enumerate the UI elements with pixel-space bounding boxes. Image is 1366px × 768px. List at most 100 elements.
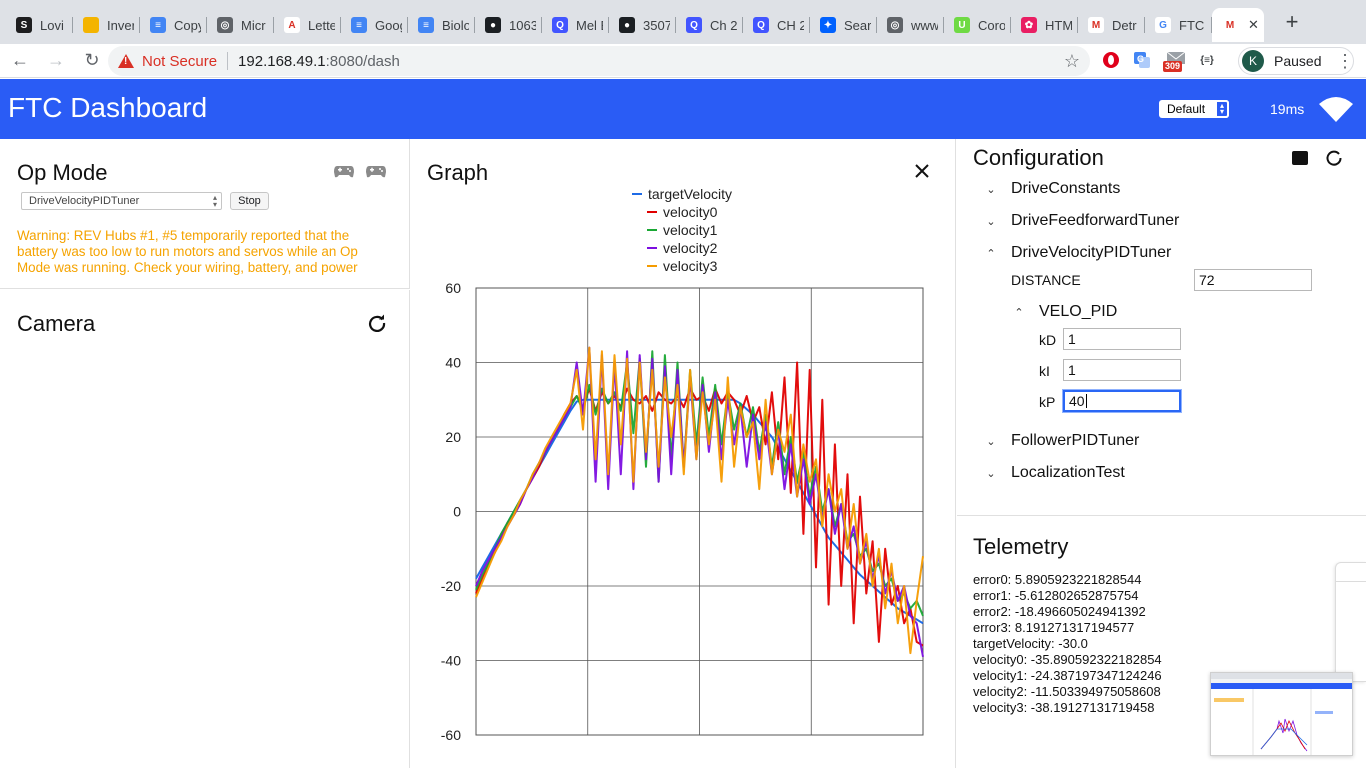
browser-tab[interactable]: ≡ Copy	[140, 8, 207, 42]
browser-tab[interactable]: M Detr	[1078, 8, 1145, 42]
new-tab-button[interactable]: +	[1278, 8, 1306, 36]
chevron-up-icon: ⌃	[986, 247, 996, 260]
gamepad1-icon	[334, 166, 354, 178]
browser-tab-title: Sear	[844, 17, 871, 33]
browser-tab[interactable]: ● 1063	[475, 8, 542, 42]
mail-extension-icon[interactable]: 309	[1163, 50, 1189, 72]
y-tick-label: 40	[445, 355, 461, 371]
stop-button[interactable]: Stop	[230, 192, 269, 210]
browser-tab-title: CH 2	[777, 17, 804, 33]
opmode-select-value: DriveVelocityPIDTuner	[29, 195, 140, 207]
browser-tab-strip: S Lovi Inver ≡ Copy ◎ Micr A Lette ≡ Goog ≡ Biolo ● 10…	[0, 0, 1366, 44]
wifi-icon	[1319, 97, 1353, 122]
json-extension-icon[interactable]: {≡}	[1197, 50, 1217, 70]
bookmark-star-icon[interactable]: ☆	[1064, 51, 1080, 72]
quizlet-icon: Q	[552, 17, 568, 33]
config-group-label: LocalizationTest	[1011, 464, 1125, 481]
opmode-select[interactable]: DriveVelocityPIDTuner ▴ ▾	[21, 192, 222, 210]
browser-tab-title: Goog	[375, 17, 402, 33]
browser-tab-title: FTC	[1179, 17, 1205, 33]
browser-tab-title: 3507	[643, 17, 670, 33]
browser-tab[interactable]: ✿ HTM	[1011, 8, 1078, 42]
legend-label: velocity3	[663, 258, 718, 274]
url-separator	[227, 52, 229, 70]
configuration-panel: Configuration ⌄ DriveConstants ⌄ DriveFe…	[957, 139, 1366, 516]
side-drawer-tab[interactable]	[1335, 562, 1366, 682]
telemetry-line: targetVelocity: -30.0	[973, 636, 1088, 651]
back-button[interactable]: ←	[4, 45, 36, 77]
browser-tab[interactable]: Inver	[73, 8, 140, 42]
save-icon[interactable]	[1292, 151, 1308, 165]
opera-extension-icon[interactable]	[1101, 50, 1121, 70]
browser-tab[interactable]: ● 3507	[609, 8, 676, 42]
screenshot-thumbnail[interactable]	[1210, 672, 1353, 756]
layout-preset-value: Default	[1167, 102, 1206, 116]
quizlet-icon: Q	[753, 17, 769, 33]
browser-tab[interactable]: Q Ch 2	[676, 8, 743, 42]
camera-panel: Camera	[0, 290, 410, 768]
telemetry-line: error2: -18.496605024941392	[973, 604, 1146, 619]
kd-label: kD	[1039, 332, 1057, 348]
reload-button[interactable]: ↻	[76, 45, 108, 77]
close-tab-icon[interactable]: ✕	[1248, 17, 1259, 33]
browser-toolbar: ← → ↻ Not Secure 192.168.49.1:8080/dash …	[0, 44, 1366, 78]
reload-icon[interactable]	[1325, 149, 1343, 167]
browser-tab[interactable]: A Lette	[274, 8, 341, 42]
config-group-followerpid[interactable]: ⌄ FollowerPIDTuner	[983, 432, 1139, 450]
browser-tab[interactable]: S Lovi	[6, 8, 73, 42]
browser-tab[interactable]: ◎ www.	[877, 8, 944, 42]
kd-input[interactable]: 1	[1063, 328, 1181, 350]
config-group-drivevelocitypid[interactable]: ⌃ DriveVelocityPIDTuner	[983, 244, 1171, 262]
browser-tab[interactable]: Q Mel E	[542, 8, 609, 42]
more-menu-icon[interactable]: ⋮	[1336, 51, 1354, 72]
browser-tab-title: Biolo	[442, 17, 469, 33]
browser-tab-title: Inver	[107, 17, 134, 33]
security-label[interactable]: Not Secure	[142, 53, 217, 70]
browser-tab-title: Lette	[308, 17, 335, 33]
select-arrows-icon: ▴ ▾	[1215, 100, 1229, 118]
y-tick-label: -40	[441, 653, 461, 669]
chevron-up-icon: ⌃	[1014, 306, 1024, 319]
config-group-localizationtest[interactable]: ⌄ LocalizationTest	[983, 464, 1125, 482]
chevron-down-icon: ⌄	[986, 467, 996, 480]
browser-tab-title: Mel E	[576, 17, 603, 33]
ki-label: kI	[1039, 363, 1050, 379]
browser-tab[interactable]: ≡ Goog	[341, 8, 408, 42]
browser-tab[interactable]: ◎ Micr	[207, 8, 274, 42]
select-arrows-icon: ▴ ▾	[212, 193, 217, 209]
browser-tab[interactable]: MF✕	[1212, 8, 1264, 42]
kp-label: kP	[1039, 394, 1056, 410]
chevron-down-icon: ⌄	[986, 215, 996, 228]
browser-tab[interactable]: Q CH 2	[743, 8, 810, 42]
config-group-velo-pid[interactable]: ⌃ VELO_PID	[1011, 303, 1117, 321]
kp-input[interactable]: 40	[1063, 390, 1181, 412]
browser-tab[interactable]: G FTC	[1145, 8, 1212, 42]
translate-extension-icon[interactable]: G	[1132, 50, 1152, 70]
url-path: :8080/dash	[325, 52, 400, 70]
telemetry-title: Telemetry	[973, 534, 1069, 559]
browser-tab[interactable]: U Coro	[944, 8, 1011, 42]
dropbox-icon: ✦	[820, 17, 836, 33]
ki-input[interactable]: 1	[1063, 359, 1181, 381]
google-icon: G	[1155, 17, 1171, 33]
address-bar[interactable]: Not Secure 192.168.49.1:8080/dash ☆	[108, 46, 1090, 76]
config-group-driveff[interactable]: ⌄ DriveFeedforwardTuner	[983, 212, 1179, 230]
mail-badge: 309	[1163, 61, 1183, 72]
telemetry-line: velocity3: -38.19127131719458	[973, 700, 1155, 715]
layout-preset-select[interactable]: Default ▴ ▾	[1159, 100, 1229, 118]
distance-input[interactable]: 72	[1194, 269, 1312, 291]
browser-tab-title: Lovi	[40, 17, 64, 33]
close-icon[interactable]	[914, 163, 930, 179]
browser-tab-title: Coro	[978, 17, 1005, 33]
opmode-panel: Op Mode DriveVelocityPIDTuner ▴ ▾ Stop Wa…	[0, 139, 410, 289]
browser-tab[interactable]: ✦ Sear	[810, 8, 877, 42]
slides-icon	[83, 17, 99, 33]
browser-tab[interactable]: ≡ Biolo	[408, 8, 475, 42]
forward-button[interactable]: →	[40, 45, 72, 77]
browser-tab-title: 1063	[509, 17, 536, 33]
config-group-driveconstants[interactable]: ⌄ DriveConstants	[983, 180, 1120, 198]
y-tick-label: 20	[445, 429, 461, 445]
thumbnail-preview	[1211, 673, 1352, 755]
profile-status: Paused	[1274, 53, 1322, 69]
refresh-icon[interactable]	[367, 313, 387, 333]
